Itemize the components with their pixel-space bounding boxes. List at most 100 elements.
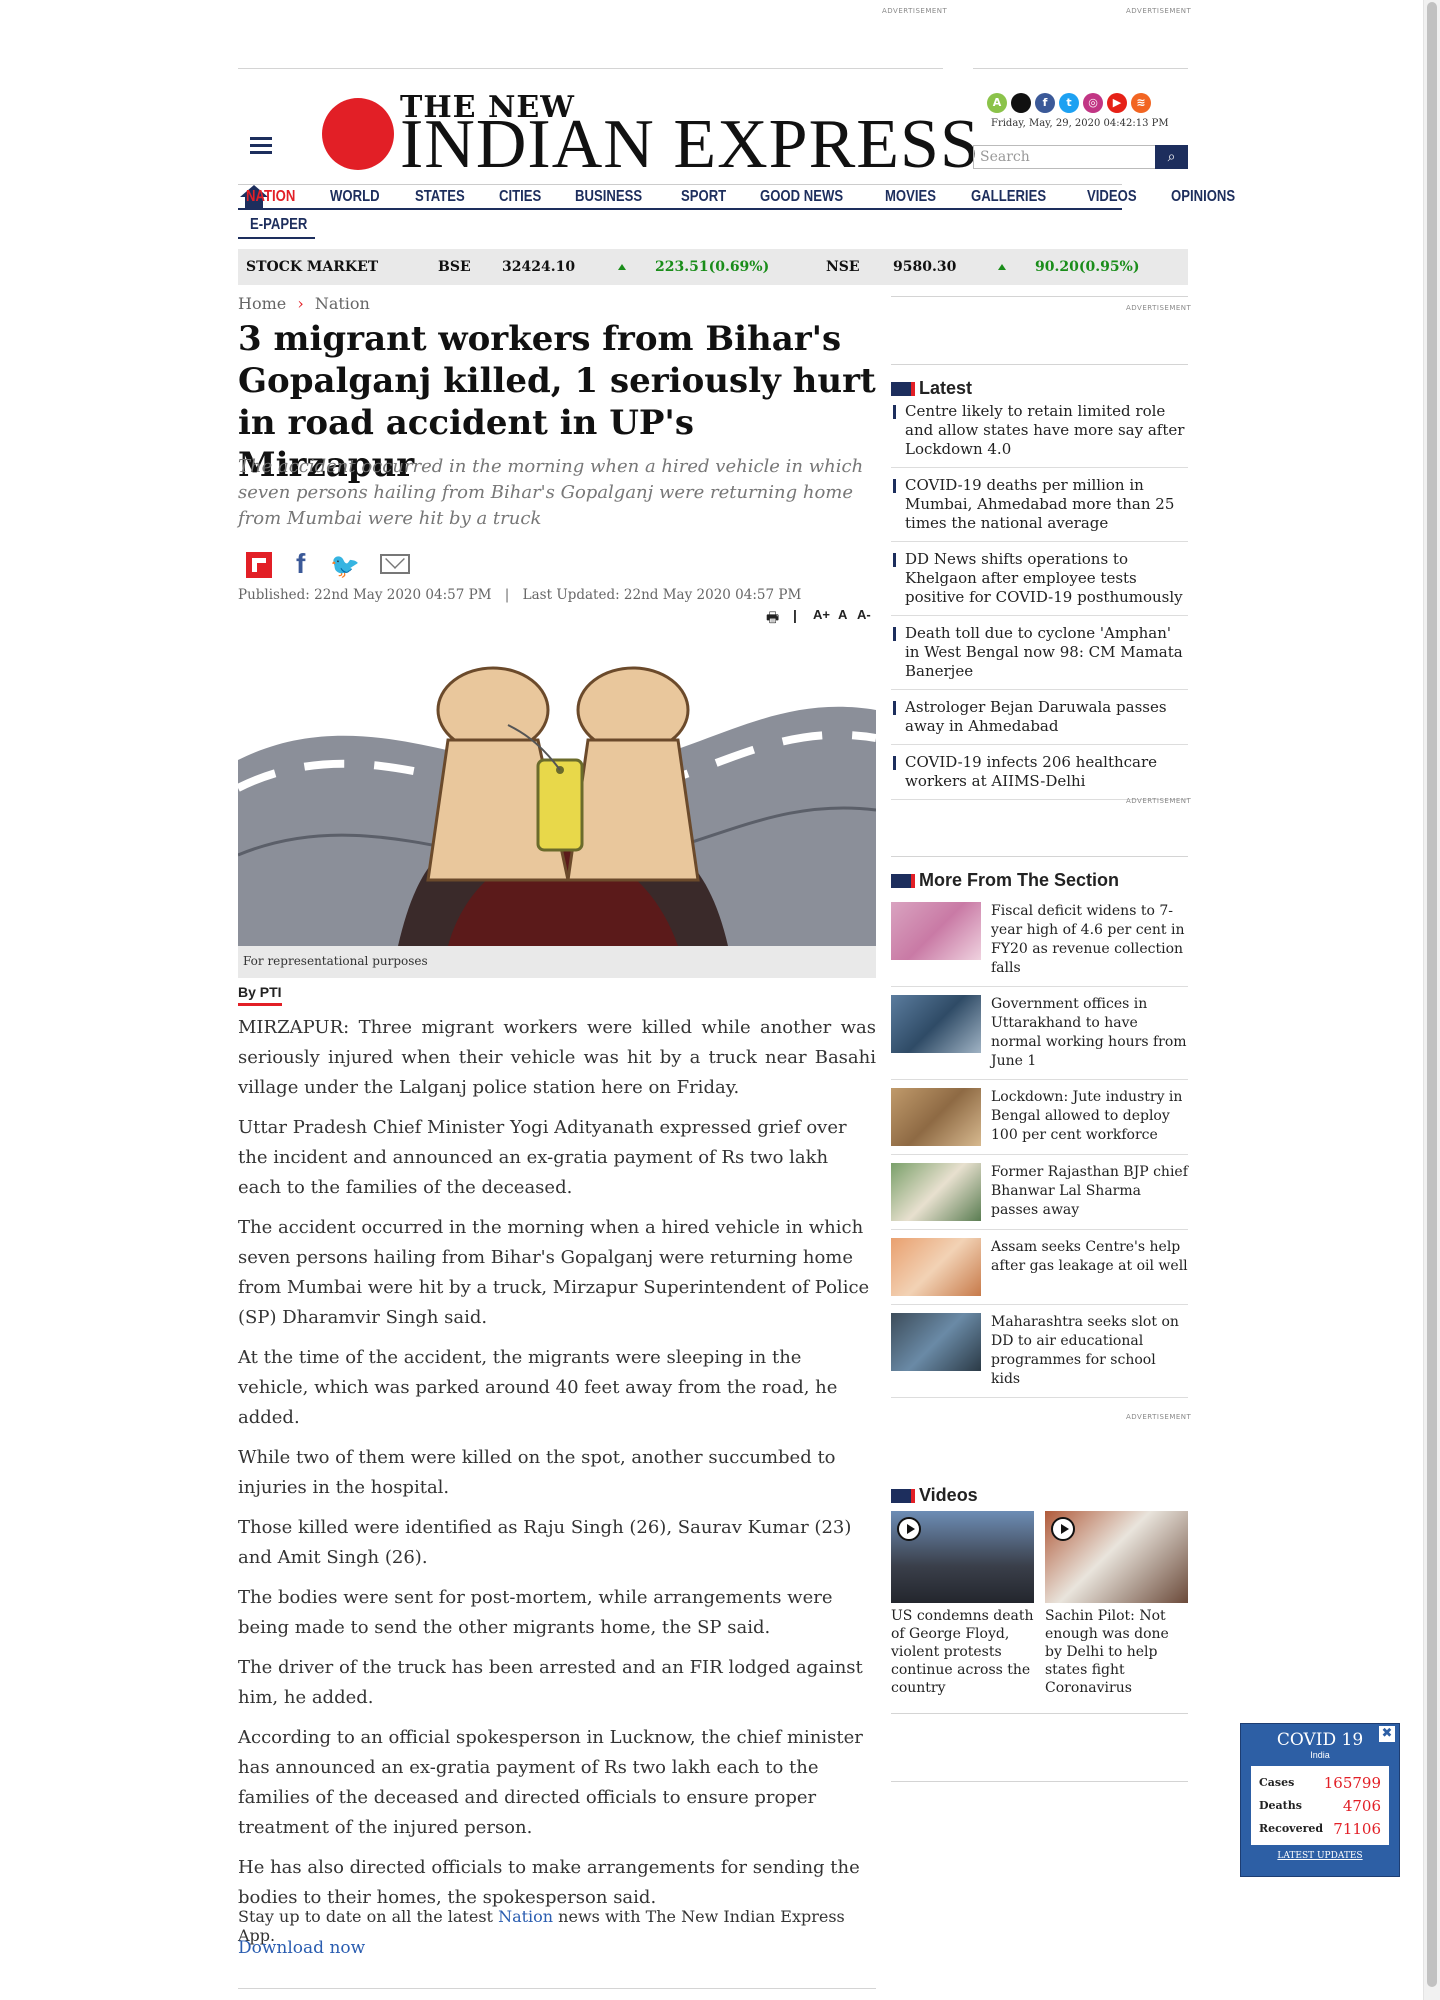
thumbnail — [891, 1238, 981, 1296]
nav-item-cities[interactable]: CITIES — [499, 188, 541, 206]
app-promo-pre: Stay up to date on all the latest — [238, 1907, 499, 1926]
paragraph: While two of them were killed on the spo… — [238, 1447, 836, 1498]
recovered-value: 71106 — [1333, 1819, 1381, 1838]
paragraph: The accident occurred in the morning whe… — [238, 1217, 870, 1328]
nav-item-opinions[interactable]: OPINIONS — [1171, 188, 1235, 206]
nav-item-world[interactable]: WORLD — [330, 188, 380, 206]
flipboard-icon[interactable] — [246, 552, 272, 578]
nav-item-nation[interactable]: NATION — [246, 188, 295, 206]
nse-value: 9580.30 — [893, 259, 957, 275]
app-promo-link[interactable]: Nation — [498, 1907, 553, 1926]
search-button[interactable]: ⌕ — [1155, 145, 1188, 169]
more-item[interactable]: Government offices in Uttarakhand to hav… — [891, 987, 1188, 1080]
meta-separator: | — [504, 587, 510, 603]
font-normal-button[interactable]: A — [838, 607, 847, 622]
print-icon[interactable]: 🖶 — [766, 607, 779, 631]
updated-date: Last Updated: 22nd May 2020 04:57 PM — [522, 587, 802, 603]
article-summary: The accident occurred in the morning whe… — [238, 456, 864, 529]
breadcrumb-section[interactable]: Nation — [315, 294, 370, 313]
font-decrease-button[interactable]: A- — [857, 607, 871, 622]
road-illustration — [238, 666, 876, 946]
more-list: Fiscal deficit widens to 7-year high of … — [891, 894, 1188, 1398]
video-card[interactable]: US condemns death of George Floyd, viole… — [891, 1511, 1034, 1697]
menu-icon[interactable] — [250, 133, 272, 158]
video-thumbnail — [891, 1511, 1034, 1603]
more-item[interactable]: Former Rajasthan BJP chief Bhanwar Lal S… — [891, 1155, 1188, 1230]
video-caption: Sachin Pilot: Not enough was done by Del… — [1045, 1608, 1169, 1696]
breadcrumb-home[interactable]: Home — [238, 294, 286, 313]
search-icon: ⌕ — [1167, 149, 1176, 165]
latest-item[interactable]: COVID-19 infects 206 healthcare workers … — [891, 745, 1188, 800]
facebook-share-icon[interactable]: f — [296, 548, 305, 580]
nse-label: NSE — [826, 259, 860, 275]
breadcrumb-separator: › — [297, 294, 304, 313]
cases-value: 165799 — [1323, 1773, 1381, 1792]
logo-text-main: INDIAN EXPRESS — [400, 106, 980, 183]
youtube-icon[interactable]: ▶ — [1107, 93, 1127, 113]
covid-title: COVID 19 — [1276, 1730, 1364, 1750]
nav-item-videos[interactable]: VIDEOS — [1087, 188, 1137, 206]
nav-item-epaper[interactable]: E-PAPER — [250, 216, 307, 234]
play-icon[interactable] — [897, 1517, 921, 1541]
search-input[interactable]: Search — [973, 145, 1157, 169]
covid-region: India — [1310, 1750, 1330, 1760]
twitter-share-icon[interactable]: 🐦 — [330, 552, 360, 580]
cases-label: Cases — [1259, 1776, 1295, 1789]
nav-item-galleries[interactable]: GALLERIES — [971, 188, 1046, 206]
ad-label-top-right: ADVERTISEMENT — [1126, 7, 1192, 15]
bse-change: 223.51(0.69%) — [655, 259, 770, 275]
font-increase-button[interactable]: A+ — [813, 607, 830, 622]
latest-updates-link[interactable]: LATEST UPDATES — [1241, 1851, 1399, 1861]
android-icon[interactable]: A — [987, 93, 1007, 113]
article-body: MIRZAPUR: Three migrant workers were kil… — [238, 1013, 876, 1923]
more-item-title: Assam seeks Centre's help after gas leak… — [991, 1239, 1188, 1274]
thumbnail — [891, 1088, 981, 1146]
close-icon[interactable]: ✖ — [1379, 1726, 1395, 1742]
byline[interactable]: By PTI — [238, 984, 282, 1006]
nav-epaper-wrap: E-PAPER — [238, 213, 315, 239]
section-flag-icon — [891, 1488, 915, 1503]
paragraph: According to an official spokesperson in… — [238, 1727, 863, 1838]
latest-item[interactable]: Centre likely to retain limited role and… — [891, 394, 1188, 468]
latest-item[interactable]: DD News shifts operations to Khelgaon af… — [891, 542, 1188, 616]
email-share-icon[interactable] — [380, 549, 410, 574]
instagram-icon[interactable]: ◎ — [1083, 93, 1103, 113]
scrollbar-thumb[interactable] — [1427, 2, 1437, 1987]
latest-item[interactable]: Astrologer Bejan Daruwala passes away in… — [891, 690, 1188, 745]
page-scrollbar[interactable] — [1423, 0, 1440, 2000]
more-item[interactable]: Lockdown: Jute industry in Bengal allowe… — [891, 1080, 1188, 1155]
nav-item-good-news[interactable]: GOOD NEWS — [760, 188, 843, 206]
paragraph: Those killed were identified as Raju Sin… — [238, 1517, 852, 1568]
image-caption: For representational purposes — [238, 946, 876, 978]
deaths-label: Deaths — [1259, 1799, 1302, 1812]
paragraph: Uttar Pradesh Chief Minister Yogi Aditya… — [238, 1117, 847, 1198]
nav-item-business[interactable]: BUSINESS — [575, 188, 642, 206]
current-date: Friday, May, 29, 2020 04:42:13 PM — [991, 118, 1169, 129]
paragraph: The bodies were sent for post-mortem, wh… — [238, 1587, 833, 1638]
latest-item[interactable]: COVID-19 deaths per million in Mumbai, A… — [891, 468, 1188, 542]
nav-item-states[interactable]: STATES — [415, 188, 465, 206]
nav-item-sport[interactable]: SPORT — [681, 188, 726, 206]
more-item[interactable]: Fiscal deficit widens to 7-year high of … — [891, 894, 1188, 987]
download-now-link[interactable]: Download now — [238, 1938, 365, 1958]
thumbnail — [891, 1163, 981, 1221]
play-icon[interactable] — [1051, 1517, 1075, 1541]
stock-label: STOCK MARKET — [246, 259, 379, 275]
paragraph: At the time of the accident, the migrant… — [238, 1347, 838, 1428]
twitter-icon[interactable]: t — [1059, 93, 1079, 113]
site-logo[interactable] — [322, 98, 394, 170]
deaths-value: 4706 — [1342, 1796, 1381, 1815]
video-card[interactable]: Sachin Pilot: Not enough was done by Del… — [1045, 1511, 1188, 1697]
lead-image — [238, 630, 876, 946]
facebook-icon[interactable]: f — [1035, 93, 1055, 113]
latest-item[interactable]: Death toll due to cyclone 'Amphan' in We… — [891, 616, 1188, 690]
paragraph: He has also directed officials to make a… — [238, 1857, 860, 1908]
more-item[interactable]: Assam seeks Centre's help after gas leak… — [891, 1230, 1188, 1305]
social-icons: A f t ◎ ▶ ≋ — [987, 93, 1151, 113]
nav-item-movies[interactable]: MOVIES — [885, 188, 936, 206]
more-item-title: Former Rajasthan BJP chief Bhanwar Lal S… — [991, 1164, 1188, 1218]
apple-icon[interactable] — [1011, 93, 1031, 113]
video-caption: US condemns death of George Floyd, viole… — [891, 1608, 1034, 1696]
more-item[interactable]: Maharashtra seeks slot on DD to air educ… — [891, 1305, 1188, 1398]
rss-icon[interactable]: ≋ — [1131, 93, 1151, 113]
